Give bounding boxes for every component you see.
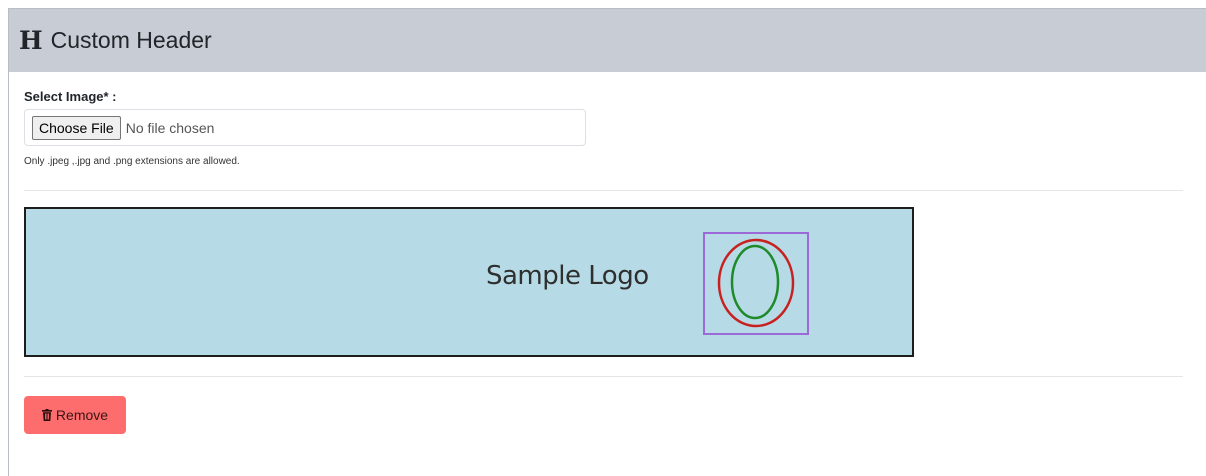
select-image-label: Select Image* : (24, 89, 117, 104)
sample-logo-text: Sample Logo (486, 261, 649, 291)
logo-mark-icon (703, 232, 809, 335)
file-input[interactable]: Choose File No file chosen (24, 109, 586, 146)
logo-preview: Sample Logo (24, 207, 914, 357)
page-title: Custom Header (50, 27, 212, 53)
remove-button-label: Remove (55, 407, 109, 423)
divider (24, 190, 1183, 191)
divider (24, 376, 1183, 377)
file-help-text: Only .jpeg ,.jpg and .png extensions are… (24, 156, 240, 167)
panel-header: H Custom Header (9, 9, 1206, 72)
logo-mark-inner-ring (730, 244, 780, 320)
heading-icon: H (19, 26, 43, 55)
logo-mark-outer-ring (717, 238, 795, 328)
trash-icon (41, 409, 52, 421)
remove-button[interactable]: Remove (24, 396, 126, 434)
choose-file-button[interactable]: Choose File (32, 115, 121, 140)
file-status-text: No file chosen (125, 119, 215, 136)
